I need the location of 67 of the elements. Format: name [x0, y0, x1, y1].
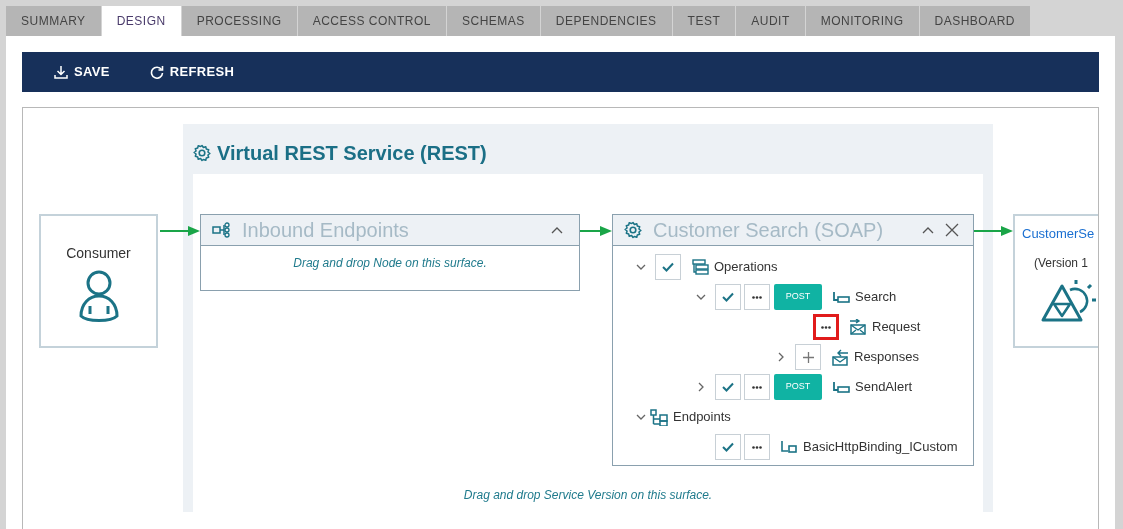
checkbox[interactable] — [715, 284, 741, 310]
plus-icon — [802, 351, 814, 363]
more-icon — [821, 325, 831, 329]
settings-icon — [624, 221, 642, 239]
drop-hint: Drag and drop Node on this surface. — [293, 255, 487, 272]
checkbox[interactable] — [655, 254, 681, 280]
connector-arrow — [580, 225, 612, 237]
chevron-right-icon[interactable] — [776, 352, 786, 362]
tree-item-label[interactable]: Search — [855, 287, 897, 307]
node-tree-icon — [212, 222, 232, 238]
tree-item-label[interactable]: Responses — [854, 347, 920, 367]
hierarchy-icon — [650, 408, 668, 426]
refresh-icon — [149, 65, 164, 79]
tree-item-label[interactable]: Operations — [714, 257, 778, 277]
check-icon — [662, 262, 674, 272]
chevron-down-icon[interactable] — [636, 262, 646, 272]
collapse-icon[interactable] — [551, 225, 563, 235]
drop-hint: Drag and drop Service Version on this surface. — [463, 487, 713, 504]
node-label: Consumer — [66, 244, 131, 263]
chevron-down-icon[interactable] — [696, 292, 706, 302]
check-icon — [722, 382, 734, 392]
collapse-icon[interactable] — [922, 225, 934, 235]
tree-item-label[interactable]: SendAlert — [855, 377, 913, 397]
check-icon — [722, 442, 734, 452]
binding-icon — [780, 438, 798, 456]
node-title: Inbound Endpoints — [242, 218, 410, 243]
chevron-down-icon[interactable] — [636, 412, 646, 422]
more-button[interactable] — [813, 314, 839, 340]
service-version-link[interactable]: CustomerSe — [1022, 224, 1098, 244]
tab[interactable]: SCHEMAS — [447, 6, 540, 36]
connector-arrow — [160, 225, 200, 237]
tree-item-label[interactable]: Request — [872, 317, 921, 337]
close-icon[interactable] — [945, 223, 959, 237]
chevron-right-icon[interactable] — [696, 382, 706, 392]
tab[interactable]: DESIGN — [101, 6, 181, 36]
more-icon — [752, 445, 762, 449]
tree-item-label[interactable]: BasicHttpBinding_ICustom — [803, 437, 958, 457]
settings-icon — [193, 144, 211, 162]
tab[interactable]: PROCESSING — [181, 6, 297, 36]
envelope-icon — [849, 318, 867, 336]
tab[interactable]: SUMMARY — [6, 6, 101, 36]
tab[interactable]: DASHBOARD — [919, 6, 1030, 36]
download-icon — [54, 65, 68, 79]
tab[interactable]: ACCESS CONTROL — [297, 6, 446, 36]
tab[interactable]: TEST — [672, 6, 736, 36]
checkbox[interactable] — [715, 434, 741, 460]
service-title: Virtual REST Service (REST) — [217, 141, 487, 166]
method-badge: POST — [774, 284, 822, 310]
refresh-button[interactable]: REFRESH — [149, 62, 235, 82]
tab[interactable]: DEPENDENCIES — [540, 6, 672, 36]
checkbox[interactable] — [715, 374, 741, 400]
save-button[interactable]: SAVE — [54, 62, 110, 82]
more-icon — [752, 295, 762, 299]
envelope-icon — [831, 348, 849, 366]
node-title: Customer Search (SOAP) — [653, 218, 885, 243]
connector-arrow — [974, 225, 1013, 237]
list-stack-icon — [691, 258, 709, 276]
method-badge: POST — [774, 374, 822, 400]
tab[interactable]: MONITORING — [805, 6, 919, 36]
consumer-node[interactable]: Consumer — [39, 214, 158, 348]
version-label: (Version 1 — [1034, 254, 1090, 272]
tree-item-label[interactable]: Endpoints — [673, 407, 731, 427]
more-icon — [752, 385, 762, 389]
service-version-node[interactable]: CustomerSe (Version 1 — [1013, 214, 1098, 348]
add-button[interactable] — [795, 344, 821, 370]
check-icon — [722, 292, 734, 302]
tab[interactable]: AUDIT — [736, 6, 805, 36]
